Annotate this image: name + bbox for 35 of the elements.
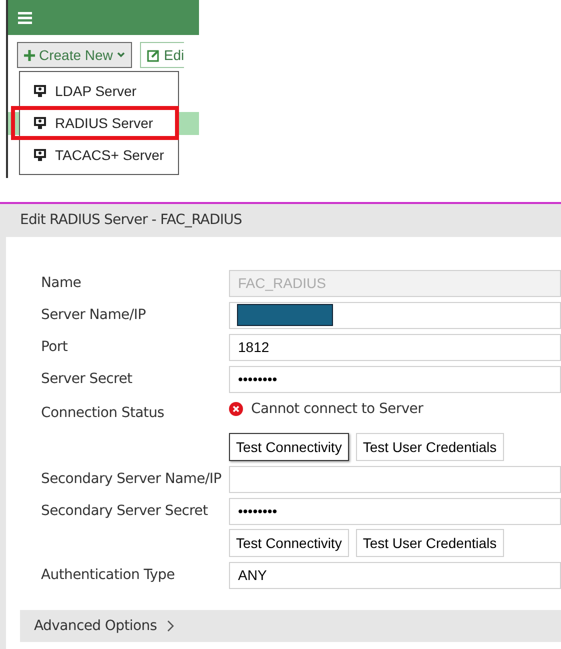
input-field[interactable]: ••••••••: [229, 498, 561, 524]
menu-item[interactable]: TACACS+ Server: [20, 142, 178, 168]
input-field[interactable]: ••••••••: [229, 366, 561, 392]
create-new-button[interactable]: Create New: [17, 42, 132, 68]
advanced-options-toggle[interactable]: Advanced Options: [20, 610, 561, 642]
monitor-icon: [33, 148, 47, 162]
input-field[interactable]: [229, 466, 561, 492]
plus-icon: [24, 50, 35, 60]
field-label: Authentication Type: [41, 566, 176, 584]
monitor-icon: [33, 116, 47, 130]
input-field[interactable]: 1812: [229, 334, 561, 360]
field-label: Server Secret: [41, 370, 134, 388]
menu-icon[interactable]: [18, 12, 32, 24]
field-label: Server Name/IP: [41, 306, 147, 324]
menu-item[interactable]: RADIUS Server: [15, 110, 175, 136]
input-field[interactable]: ANY: [229, 562, 561, 588]
test-button[interactable]: Test Connectivity: [229, 433, 349, 461]
monitor-icon: [33, 84, 47, 98]
field-label: Secondary Server Secret: [41, 502, 209, 520]
field-label: Connection Status: [41, 404, 166, 422]
test-button[interactable]: Test User Credentials: [356, 433, 504, 461]
edit-icon: [146, 48, 160, 62]
test-button[interactable]: Test Connectivity: [229, 529, 349, 557]
status-text: Cannot connect to Server: [251, 400, 424, 418]
input-field[interactable]: [229, 302, 561, 328]
field-label: Name: [41, 274, 82, 292]
field-label: Port: [41, 338, 69, 356]
edit-button[interactable]: Edi: [140, 42, 184, 68]
dialog-title: Edit RADIUS Server - FAC_RADIUS: [20, 211, 242, 230]
menu-item[interactable]: LDAP Server: [20, 78, 178, 104]
error-icon: [229, 402, 243, 416]
chevron-right-icon: [166, 620, 174, 632]
test-button[interactable]: Test User Credentials: [356, 529, 504, 557]
chevron-down-icon: [116, 52, 125, 58]
field-label: Secondary Server Name/IP: [41, 470, 222, 488]
